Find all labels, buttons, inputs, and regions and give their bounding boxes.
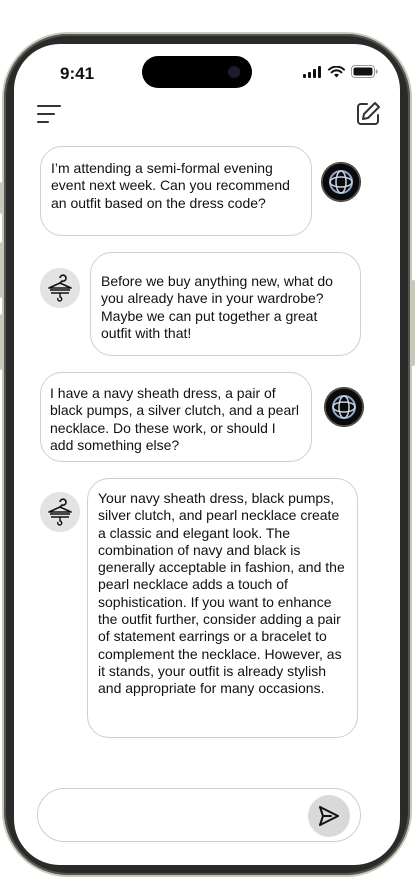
message-text: Your navy sheath dress, black pumps, sil…	[98, 490, 345, 697]
message-input[interactable]	[58, 803, 292, 829]
avatar-user	[321, 162, 361, 202]
message-text: Before we buy anything new, what do you …	[101, 273, 333, 341]
send-icon	[319, 806, 339, 826]
app-screen: 9:41 I’m attending a semi-formal evening…	[14, 44, 400, 865]
hamburger-menu-icon	[37, 105, 61, 123]
message-bubble-user: I have a navy sheath dress, a pair of bl…	[40, 372, 312, 462]
avatar-assistant	[40, 268, 80, 308]
hanger-logo-icon	[40, 492, 80, 532]
hanger-logo-icon	[40, 268, 80, 308]
battery-icon	[351, 65, 378, 78]
new-chat-button[interactable]	[354, 100, 382, 128]
volume-up-button	[0, 242, 4, 298]
user-avatar-icon	[324, 387, 364, 427]
menu-button[interactable]	[36, 102, 62, 126]
cellular-signal-icon	[303, 65, 321, 78]
message-composer	[37, 788, 361, 842]
avatar-user	[324, 387, 364, 427]
power-button	[411, 280, 415, 366]
volume-down-button	[0, 314, 4, 370]
camera-icon	[228, 66, 240, 78]
user-avatar-icon	[321, 162, 361, 202]
status-time: 9:41	[60, 64, 95, 83]
message-bubble-assistant: Your navy sheath dress, black pumps, sil…	[87, 478, 358, 738]
message-text: I’m attending a semi-formal evening even…	[51, 160, 290, 211]
avatar-assistant	[40, 492, 80, 532]
message-bubble-user: I’m attending a semi-formal evening even…	[40, 146, 312, 236]
message-text: I have a navy sheath dress, a pair of bl…	[50, 385, 300, 453]
dynamic-island	[142, 56, 252, 88]
send-button[interactable]	[308, 795, 350, 837]
edit-compose-icon	[357, 102, 380, 125]
wifi-icon	[328, 65, 345, 77]
message-bubble-assistant: Before we buy anything new, what do you …	[90, 252, 361, 356]
action-button	[0, 182, 4, 214]
phone-frame: 9:41 I’m attending a semi-formal evening…	[4, 34, 410, 875]
status-icons	[303, 65, 378, 78]
